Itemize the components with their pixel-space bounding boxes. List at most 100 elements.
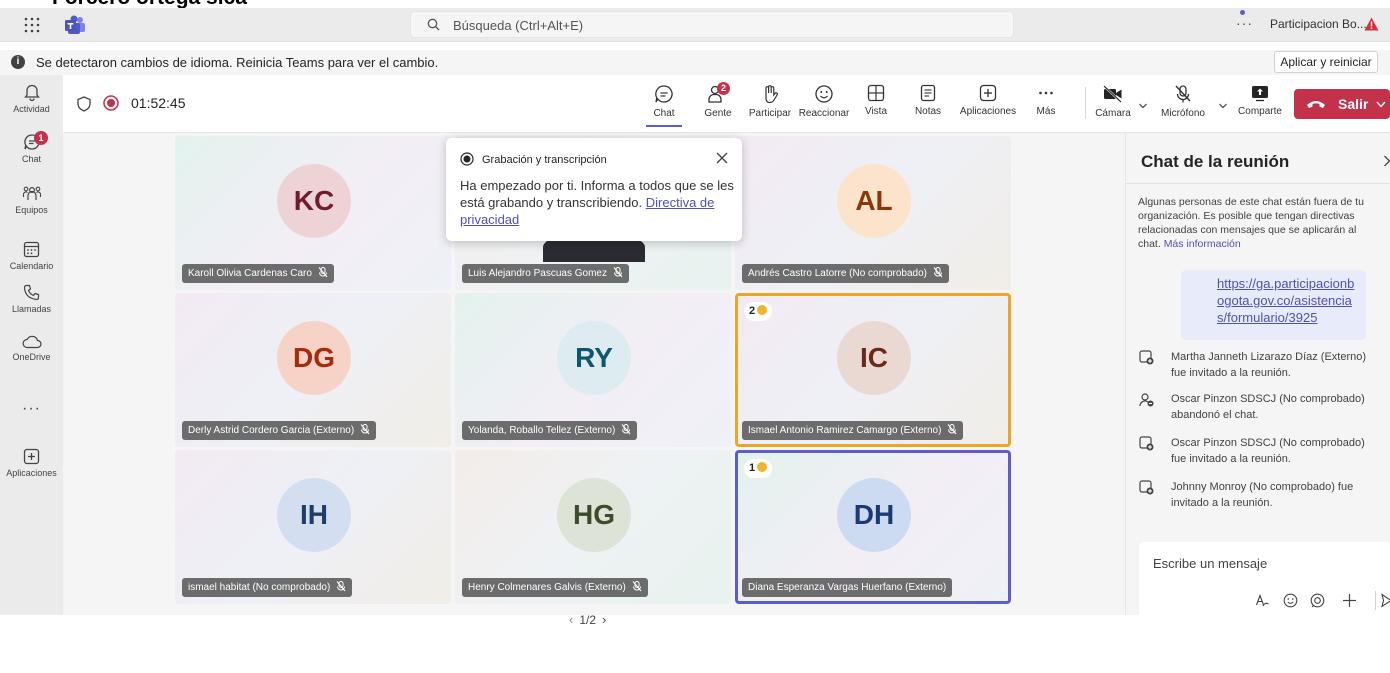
toolbar-raise-hand-button[interactable]: Participar: [746, 84, 794, 119]
mic-toggle-button[interactable]: Micrófono: [1153, 84, 1213, 119]
chat-event-text: Martha Janneth Lizarazo Díaz (Externo) f…: [1171, 351, 1367, 379]
mic-off-icon: [933, 267, 943, 278]
titlebar-more-icon[interactable]: ···: [1236, 15, 1253, 31]
toolbar-label: Chat: [653, 108, 675, 119]
participant-name-tag: Derly Astrid Cordero Garcia (Externo): [182, 421, 377, 440]
toolbar-label: Reaccionar: [798, 108, 850, 119]
add-icon[interactable]: [1342, 593, 1357, 608]
rail-item-teams[interactable]: Equipos: [0, 184, 63, 230]
invite-icon: [1139, 350, 1154, 365]
participant-tile[interactable]: IH ismael habitat (No comprobado): [175, 450, 451, 604]
more-info-link[interactable]: Más información: [1164, 238, 1241, 250]
participant-tile[interactable]: DG Derly Astrid Cordero Garcia (Externo): [175, 293, 451, 447]
participant-name: Karoll Olivia Cardenas Caro: [188, 268, 312, 279]
emoji-icon[interactable]: [1283, 593, 1298, 608]
participant-name: Derly Astrid Cordero Garcia (Externo): [188, 425, 355, 436]
camera-options-chevron-icon[interactable]: [1139, 103, 1147, 109]
message-compose-box[interactable]: Escribe un mensaje: [1139, 542, 1390, 618]
toolbar-label: Más: [1036, 106, 1056, 117]
format-icon[interactable]: [1255, 593, 1270, 608]
rail-more-icon[interactable]: ···: [0, 400, 63, 418]
camera-toggle-button[interactable]: Cámara: [1093, 84, 1133, 119]
participant-name-tag: Karoll Olivia Cardenas Caro: [182, 264, 334, 283]
participant-tile[interactable]: AL Andrés Castro Latorre (No comprobado): [735, 136, 1011, 290]
rail-item-onedrive[interactable]: OneDrive: [0, 335, 63, 381]
participant-name: Luis Alejandro Pascuas Gomez: [468, 268, 607, 279]
raise-hand-icon: [765, 85, 778, 104]
participant-name: Henry Colmenares Galvis (Externo): [468, 582, 626, 593]
search-placeholder: Búsqueda (Ctrl+Alt+E): [453, 18, 584, 33]
compose-divider: [1375, 591, 1376, 610]
share-button[interactable]: Comparte: [1233, 84, 1287, 117]
raised-hand-badge: 1: [744, 459, 773, 478]
loop-icon[interactable]: [1310, 593, 1325, 608]
avatar: RY: [557, 321, 631, 395]
rail-label: Chat: [21, 154, 41, 164]
toolbar-more-button[interactable]: Más: [1031, 84, 1061, 117]
participant-name-tag: Andrés Castro Latorre (No comprobado): [742, 264, 949, 283]
recording-icon: [460, 152, 474, 166]
mic-off-icon: [318, 267, 328, 278]
cloud-icon: [22, 335, 42, 349]
prev-page-chevron-icon[interactable]: ‹: [563, 612, 579, 627]
participant-tile-hand-raised[interactable]: 2 IC Ismael Antonio Ramirez Camargo (Ext…: [735, 293, 1011, 447]
search-box[interactable]: Búsqueda (Ctrl+Alt+E): [410, 11, 1014, 38]
mic-options-chevron-icon[interactable]: [1219, 103, 1227, 109]
warning-icon[interactable]: [1364, 17, 1379, 31]
leave-options-chevron-icon[interactable]: [1376, 101, 1386, 108]
camera-off-icon: [1103, 85, 1122, 103]
hand-order: 1: [749, 462, 756, 474]
account-name[interactable]: Participacion Bo...: [1270, 17, 1367, 31]
recording-icon: [103, 95, 119, 111]
next-page-chevron-icon[interactable]: ›: [596, 612, 612, 627]
page-indicator: 1/2: [579, 613, 597, 627]
toolbar-label: Aplicaciones: [959, 106, 1017, 117]
chevron-right-icon[interactable]: [1383, 155, 1390, 167]
avatar: DG: [277, 321, 351, 395]
meeting-timer: 01:52:45: [131, 95, 186, 111]
banner-text: Se detectaron cambios de idioma. Reinici…: [36, 55, 439, 70]
chat-message-link[interactable]: https://ga.participacionbogota.gov.co/as…: [1181, 270, 1366, 340]
close-icon[interactable]: [716, 152, 728, 164]
shield-icon[interactable]: [77, 96, 91, 112]
rail-label: Llamadas: [11, 304, 52, 314]
participant-tile[interactable]: RY Yolanda, Roballo Tellez (Externo): [455, 293, 731, 447]
toolbar-label: Vista: [864, 106, 888, 117]
toolbar-view-button[interactable]: Vista: [859, 84, 893, 117]
toolbar-apps-button[interactable]: Aplicaciones: [957, 84, 1019, 117]
mic-off-icon: [621, 424, 631, 435]
toolbar-react-button[interactable]: Reaccionar: [798, 84, 850, 119]
send-icon[interactable]: [1381, 593, 1390, 608]
mic-off-icon: [632, 581, 642, 592]
rail-item-calls[interactable]: Llamadas: [0, 284, 63, 330]
rail-item-activity[interactable]: Actividad: [0, 83, 63, 129]
title-bar: Búsqueda (Ctrl+Alt+E) ··· Participacion …: [0, 8, 1390, 42]
participant-tile[interactable]: KC Karoll Olivia Cardenas Caro: [175, 136, 451, 290]
chat-event-text: Johnny Monroy (No comprobado) fue invita…: [1171, 481, 1354, 509]
toolbar-chat-button[interactable]: Chat: [646, 84, 682, 127]
participant-tile-hand-raised[interactable]: 1 DH Diana Esperanza Vargas Huerfano (Ex…: [735, 450, 1011, 604]
recording-notice-popup: Grabación y transcripción Ha empezado po…: [446, 138, 742, 241]
participant-tile[interactable]: HG Henry Colmenares Galvis (Externo): [455, 450, 731, 604]
mic-off-icon: [1175, 85, 1191, 103]
leave-label: Salir: [1338, 96, 1369, 112]
rail-item-chat[interactable]: 1 Chat: [0, 131, 63, 179]
app-launcher-icon[interactable]: [24, 17, 40, 33]
rail-item-calendar[interactable]: Calendario: [0, 241, 63, 287]
leave-button[interactable]: Salir: [1294, 89, 1390, 119]
compose-placeholder: Escribe un mensaje: [1153, 556, 1268, 571]
raised-hand-icon: [757, 462, 768, 472]
raised-hand-icon: [757, 305, 768, 315]
phone-icon: [23, 284, 40, 301]
search-icon: [427, 18, 440, 31]
avatar: AL: [837, 164, 911, 238]
active-indicator: [646, 125, 682, 127]
toolbar-notes-button[interactable]: Notas: [911, 84, 945, 117]
rail-item-apps[interactable]: Aplicaciones: [0, 448, 63, 494]
chat-event-text: Oscar Pinzon SDSCJ (No comprobado) aband…: [1171, 393, 1365, 421]
top-strip-text: Forcero ortega sica: [52, 0, 247, 8]
toolbar-people-button[interactable]: 2 Gente: [700, 82, 736, 119]
left-chat-icon: [1139, 393, 1154, 407]
apply-restart-button[interactable]: Aplicar y reiniciar: [1274, 51, 1378, 73]
external-users-notice: Algunas personas de este chat están fuer…: [1138, 195, 1378, 251]
